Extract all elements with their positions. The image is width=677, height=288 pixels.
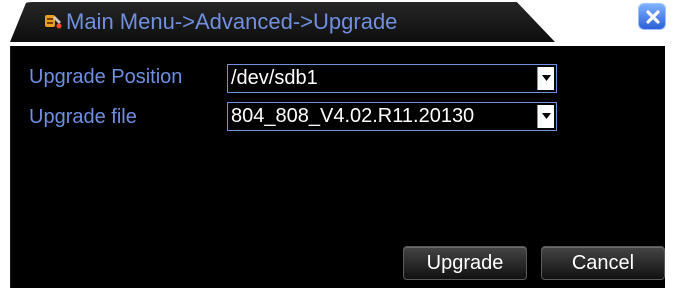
title-bar: Main Menu->Advanced->Upgrade [0,0,677,46]
dialog-body: Upgrade Position /dev/sdb1 Upgrade file … [10,46,666,288]
upgrade-dialog: Main Menu->Advanced->Upgrade Upgrade Pos… [0,0,677,288]
tools-icon [44,12,62,30]
upgrade-file-label: Upgrade file [29,106,137,128]
cancel-button[interactable]: Cancel [541,246,665,280]
close-icon [646,10,660,24]
upgrade-position-value: /dev/sdb1 [231,67,318,89]
chevron-down-icon [542,75,551,81]
close-button[interactable] [638,3,666,30]
upgrade-button[interactable]: Upgrade [403,246,527,280]
upgrade-position-select[interactable]: /dev/sdb1 [227,64,557,93]
chevron-down-icon [542,113,551,119]
upgrade-position-label: Upgrade Position [29,66,183,88]
window-title: Main Menu->Advanced->Upgrade [66,9,398,34]
upgrade-file-value: 804_808_V4.02.R11.20130 [231,105,475,127]
upgrade-position-dropdown[interactable] [537,67,554,90]
upgrade-file-select[interactable]: 804_808_V4.02.R11.20130 [227,102,557,131]
upgrade-file-dropdown[interactable] [537,105,554,128]
window-frame [665,46,677,288]
